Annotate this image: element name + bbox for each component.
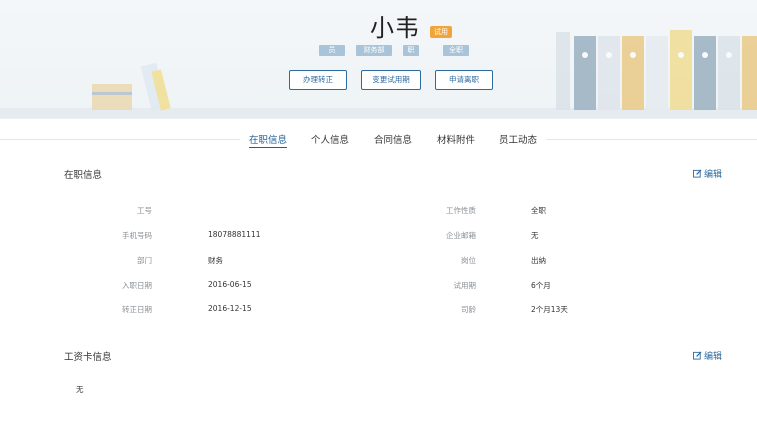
field-label-phone: 手机号码 bbox=[122, 231, 152, 240]
field-value-post: 出纳 bbox=[531, 256, 546, 265]
field-label-company-email: 企业邮箱 bbox=[446, 231, 476, 240]
employment-section-title: 在职信息 bbox=[64, 170, 103, 181]
field-label-post: 岗位 bbox=[461, 256, 476, 265]
field-label-hire-date: 入职日期 bbox=[122, 281, 152, 290]
field-label-employee-id: 工号 bbox=[137, 206, 152, 215]
field-label-tenure: 司龄 bbox=[461, 305, 476, 314]
field-value-regular-date: 2016-12-15 bbox=[208, 304, 252, 313]
field-value-work-type: 全职 bbox=[531, 206, 546, 215]
field-value-company-email: 无 bbox=[531, 231, 539, 240]
profile-actions: 办理转正 变更试用期 申请离职 bbox=[0, 70, 757, 90]
field-label-work-type: 工作性质 bbox=[446, 206, 476, 215]
field-value-department: 财务 bbox=[208, 256, 223, 265]
tab-personal-info[interactable]: 个人信息 bbox=[311, 132, 349, 146]
tag-work-type: 全职 bbox=[443, 45, 469, 56]
tab-attachments[interactable]: 材料附件 bbox=[437, 132, 475, 146]
field-label-probation: 试用期 bbox=[453, 281, 477, 290]
tab-divider-right bbox=[546, 139, 757, 140]
tab-contract-info[interactable]: 合同信息 bbox=[374, 132, 412, 146]
status-badge: 试用 bbox=[430, 26, 452, 38]
tag-department: 财务部 bbox=[356, 45, 392, 56]
employee-name: 小韦 bbox=[370, 14, 420, 42]
field-value-phone: 18078881111 bbox=[208, 230, 261, 239]
employee-tags: 员 财务部 职 全职 bbox=[0, 45, 757, 57]
apply-resignation-button[interactable]: 申请离职 bbox=[435, 70, 493, 90]
salary-card-edit-link[interactable]: 编辑 bbox=[693, 349, 722, 362]
edit-icon bbox=[693, 351, 702, 360]
field-value-hire-date: 2016-06-15 bbox=[208, 280, 252, 289]
tag-position: 职 bbox=[403, 45, 419, 56]
change-probation-button[interactable]: 变更试用期 bbox=[361, 70, 421, 90]
tab-employment-info[interactable]: 在职信息 bbox=[249, 132, 288, 148]
employment-edit-link[interactable]: 编辑 bbox=[693, 167, 722, 180]
field-label-regular-date: 转正日期 bbox=[122, 305, 152, 314]
confirm-regular-button[interactable]: 办理转正 bbox=[289, 70, 347, 90]
tab-divider-left bbox=[0, 139, 240, 140]
edit-icon bbox=[693, 169, 702, 178]
field-value-tenure: 2个月13天 bbox=[531, 305, 568, 314]
field-value-probation: 6个月 bbox=[531, 281, 551, 290]
profile-banner: 小韦 试用 员 财务部 职 全职 办理转正 变更试用期 申请离职 bbox=[0, 0, 757, 118]
salary-card-section-title: 工资卡信息 bbox=[64, 352, 112, 363]
tab-bar: 在职信息 个人信息 合同信息 材料附件 员工动态 bbox=[0, 118, 757, 152]
field-label-department: 部门 bbox=[137, 256, 152, 265]
edit-label: 编辑 bbox=[704, 170, 723, 180]
tab-employee-activity[interactable]: 员工动态 bbox=[499, 132, 537, 146]
tag-role: 员 bbox=[319, 45, 345, 56]
salary-card-content: 无 bbox=[76, 385, 84, 394]
edit-label: 编辑 bbox=[704, 352, 723, 362]
